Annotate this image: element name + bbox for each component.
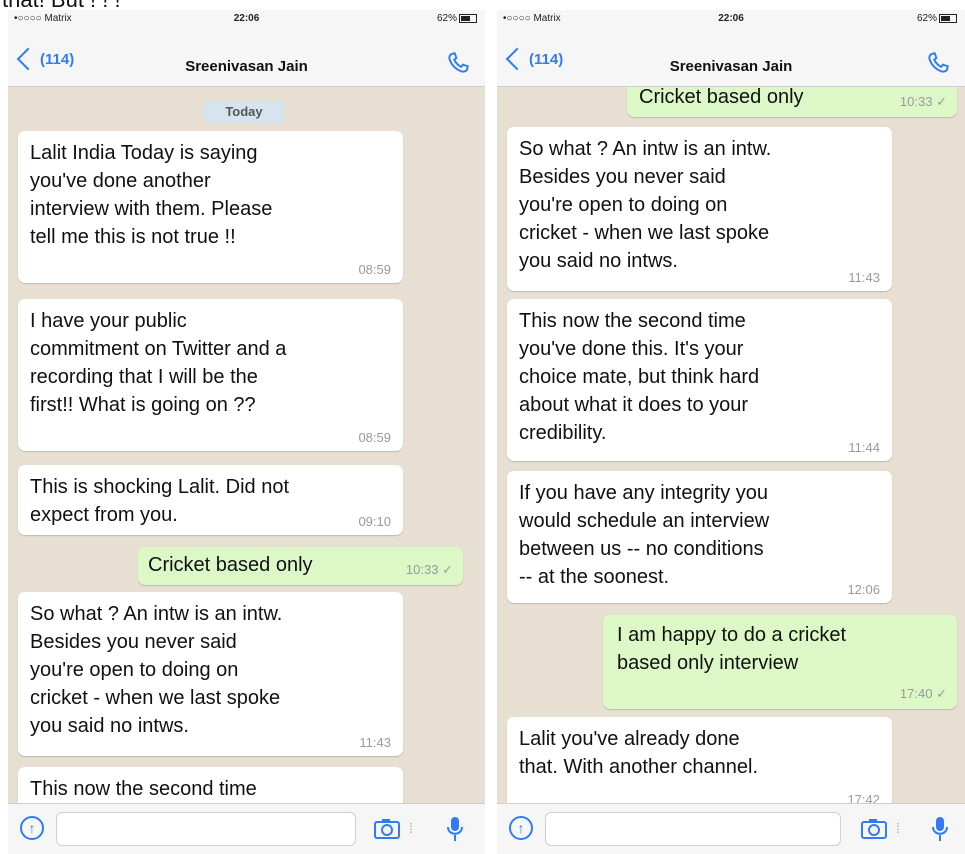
chat-header: (114) Sreenivasan Jain — [497, 28, 965, 87]
message-time: 11:44 — [848, 440, 880, 455]
message-incoming[interactable]: So what ? An intw is an intw. Besides yo… — [18, 592, 403, 756]
status-bar: •○○○○ Matrix 22:06 62% — [497, 10, 965, 28]
compose-bar: ↑ ⁞ — [8, 803, 485, 854]
message-list[interactable]: Today Lalit India Today is saying you've… — [8, 87, 485, 804]
message-time-with-read: 17:40 ✓ — [899, 686, 947, 701]
message-text: I am happy to do a cricket based only in… — [617, 624, 847, 674]
battery-icon — [939, 13, 957, 23]
double-check-icon: ✓ — [936, 686, 947, 701]
message-incoming[interactable]: Lalit you've already done that. With ano… — [507, 717, 892, 804]
message-incoming[interactable]: So what ? An intw is an intw. Besides yo… — [507, 127, 892, 291]
message-text: So what ? An intw is an intw. Besides yo… — [519, 138, 772, 272]
date-separator: Today — [204, 101, 284, 123]
message-incoming[interactable]: I have your public commitment on Twitter… — [18, 299, 403, 451]
message-incoming[interactable]: Lalit India Today is saying you've done … — [18, 131, 403, 283]
double-check-icon: ✓ — [442, 562, 453, 577]
message-time: 11:43 — [848, 270, 880, 285]
message-time: 08:59 — [358, 262, 391, 277]
phone-icon[interactable] — [445, 50, 471, 76]
message-time-with-read: 10:33 ✓ — [405, 562, 453, 577]
status-time: 22:06 — [233, 13, 260, 24]
camera-icon[interactable] — [860, 818, 888, 840]
message-incoming[interactable]: This is shocking Lalit. Did not expect f… — [18, 465, 403, 535]
battery-percent: 62% — [916, 13, 937, 24]
double-check-icon: ✓ — [936, 94, 947, 109]
divider-dots: ⁞ — [409, 820, 413, 836]
message-input[interactable] — [56, 812, 356, 846]
battery-icon — [459, 13, 477, 23]
compose-bar: ↑ ⁞ — [497, 803, 965, 854]
message-text: I have your public commitment on Twitter… — [30, 310, 287, 416]
message-text: This now the second time you've done thi… — [519, 310, 760, 444]
battery-indicator: 62% — [917, 13, 957, 24]
message-incoming[interactable]: This now the second time — [18, 767, 403, 804]
message-time-with-read: 10:33 ✓ — [899, 94, 947, 109]
camera-icon[interactable] — [373, 818, 401, 840]
message-incoming[interactable]: If you have any integrity you would sche… — [507, 471, 892, 603]
divider-dots: ⁞ — [896, 820, 900, 836]
message-text: Lalit you've already done that. With ano… — [519, 728, 759, 778]
message-outgoing[interactable]: Cricket based only 10:33 ✓ — [138, 547, 463, 585]
message-text: If you have any integrity you would sche… — [519, 482, 770, 588]
message-text: This now the second time — [30, 778, 257, 800]
phone-icon[interactable] — [925, 50, 951, 76]
message-time: 11:43 — [359, 735, 391, 750]
message-text: So what ? An intw is an intw. Besides yo… — [30, 603, 283, 737]
contact-name[interactable]: Sreenivasan Jain — [497, 58, 965, 75]
microphone-icon[interactable] — [931, 816, 949, 842]
chat-header: (114) Sreenivasan Jain — [8, 28, 485, 87]
message-time: 08:59 — [358, 430, 391, 445]
message-text: Cricket based only — [639, 87, 804, 108]
message-incoming[interactable]: This now the second time you've done thi… — [507, 299, 892, 461]
microphone-icon[interactable] — [446, 816, 464, 842]
message-text: Lalit India Today is saying you've done … — [30, 142, 273, 248]
message-text: This is shocking Lalit. Did not expect f… — [30, 476, 290, 526]
contact-name[interactable]: Sreenivasan Jain — [8, 58, 485, 75]
battery-indicator: 62% — [437, 13, 477, 24]
message-time: 09:10 — [358, 514, 391, 529]
upload-icon[interactable]: ↑ — [20, 816, 44, 840]
message-text: Cricket based only — [148, 554, 313, 576]
cropped-caption: that! But ! ! ! — [0, 0, 965, 10]
chat-screen-left: •○○○○ Matrix 22:06 62% (114) Sreenivasan… — [8, 10, 485, 854]
chat-screen-right: •○○○○ Matrix 22:06 62% (114) Sreenivasan… — [497, 10, 965, 854]
message-list[interactable]: Cricket based only 10:33 ✓ So what ? An … — [497, 87, 965, 804]
message-time: 12:06 — [847, 582, 880, 597]
status-time: 22:06 — [718, 13, 744, 24]
message-outgoing[interactable]: I am happy to do a cricket based only in… — [603, 615, 957, 709]
status-bar: •○○○○ Matrix 22:06 62% — [8, 10, 485, 28]
upload-icon[interactable]: ↑ — [509, 816, 533, 840]
battery-percent: 62% — [436, 13, 457, 24]
message-input[interactable] — [545, 812, 841, 846]
message-outgoing[interactable]: Cricket based only 10:33 ✓ — [627, 87, 957, 117]
